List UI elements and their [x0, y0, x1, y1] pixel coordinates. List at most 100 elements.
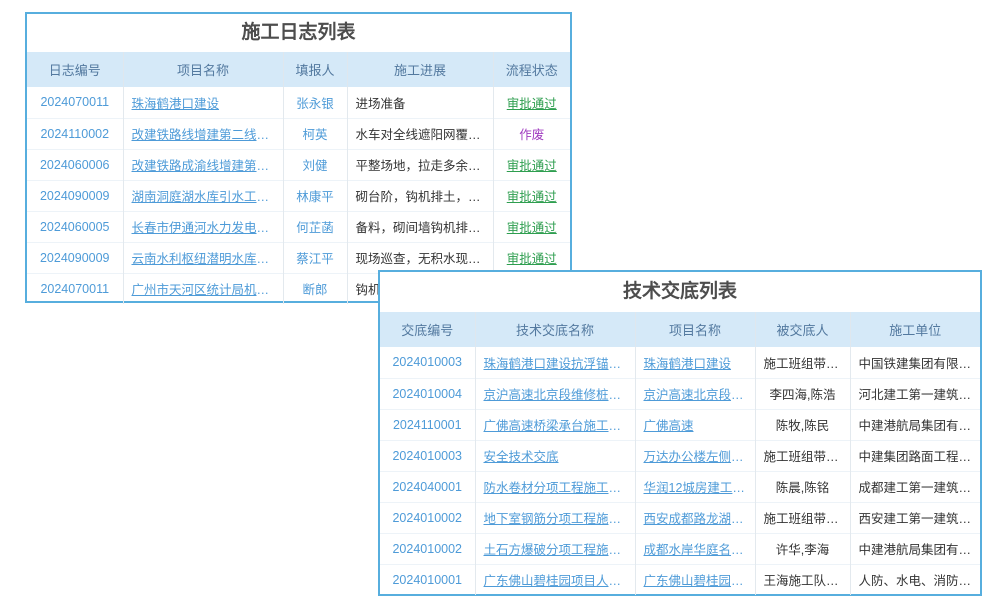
log-no-cell[interactable]: 2024070011	[27, 273, 123, 304]
log-no-cell[interactable]: 2024060006	[27, 149, 123, 180]
reporter-cell: 张永银	[283, 87, 347, 118]
status-link[interactable]: 审批通过	[493, 149, 570, 180]
progress-cell: 水车对全线遮阳网覆盖点进...	[347, 118, 493, 149]
col-header-disclosure-no: 交底编号	[380, 312, 475, 347]
project-name-link[interactable]: 成都水岸华庭名苑...	[635, 533, 755, 564]
disclosure-name-link[interactable]: 京沪高速北京段维修桩帽...	[475, 378, 635, 409]
table-row: 2024110001 广佛高速桥梁承台施工技... 广佛高速 陈牧,陈民 中建港…	[380, 409, 980, 440]
recipients-cell: 施工班组带班...	[755, 347, 850, 378]
table-row: 2024060006 改建铁路成渝线增建第二... 刘健 平整场地，拉走多余泥土…	[27, 149, 570, 180]
disclosure-no-cell[interactable]: 2024010002	[380, 533, 475, 564]
project-name-link[interactable]: 万达办公楼左侧A...	[635, 440, 755, 471]
project-name-link[interactable]: 京沪高速北京段维修	[635, 378, 755, 409]
construction-unit-cell: 西安建工第一建筑有...	[850, 502, 980, 533]
disclosure-name-link[interactable]: 安全技术交底	[475, 440, 635, 471]
table-row: 2024110002 改建铁路线增建第二线直... 柯英 水车对全线遮阳网覆盖点…	[27, 118, 570, 149]
recipients-cell: 王海施工队全队	[755, 564, 850, 595]
tech-disclosure-panel: 技术交底列表 交底编号 技术交底名称 项目名称 被交底人 施工单位 202401…	[378, 270, 982, 596]
project-name-link[interactable]: 珠海鹤港口建设	[123, 87, 283, 118]
table-row: 2024090009 湖南洞庭湖水库引水工程... 林康平 砌台阶，钩机排土，二…	[27, 180, 570, 211]
construction-unit-cell: 中建港航局集团有限...	[850, 409, 980, 440]
log-no-cell[interactable]: 2024060005	[27, 211, 123, 242]
disclosure-no-cell[interactable]: 2024010002	[380, 502, 475, 533]
project-name-link[interactable]: 改建铁路成渝线增建第二...	[123, 149, 283, 180]
log-no-cell[interactable]: 2024110002	[27, 118, 123, 149]
table-row: 2024070011 珠海鹤港口建设 张永银 进场准备 审批通过	[27, 87, 570, 118]
table-row: 2024010003 安全技术交底 万达办公楼左侧A... 施工班组带班... …	[380, 440, 980, 471]
table-row: 2024010002 地下室钢筋分项工程施工... 西安成都路龙湖上... 施工…	[380, 502, 980, 533]
status-link[interactable]: 审批通过	[493, 242, 570, 273]
construction-log-table: 日志编号 项目名称 填报人 施工进展 流程状态 2024070011 珠海鹤港口…	[27, 52, 570, 304]
status-link[interactable]: 审批通过	[493, 180, 570, 211]
col-header-project-name: 项目名称	[635, 312, 755, 347]
disclosure-name-link[interactable]: 地下室钢筋分项工程施工...	[475, 502, 635, 533]
project-name-link[interactable]: 广佛高速	[635, 409, 755, 440]
col-header-reporter: 填报人	[283, 52, 347, 87]
recipients-cell: 许华,李海	[755, 533, 850, 564]
construction-unit-cell: 中建港航局集团有限...	[850, 533, 980, 564]
table-row: 2024090009 云南水利枢纽潜明水库一... 蔡江平 现场巡查，无积水现象…	[27, 242, 570, 273]
construction-log-panel: 施工日志列表 日志编号 项目名称 填报人 施工进展 流程状态 202407001…	[25, 12, 572, 303]
tech-disclosure-header-row: 交底编号 技术交底名称 项目名称 被交底人 施工单位	[380, 312, 980, 347]
disclosure-name-link[interactable]: 广佛高速桥梁承台施工技...	[475, 409, 635, 440]
log-no-cell[interactable]: 2024090009	[27, 180, 123, 211]
construction-unit-cell: 河北建工第一建筑有...	[850, 378, 980, 409]
construction-log-title: 施工日志列表	[27, 14, 570, 52]
reporter-cell: 刘健	[283, 149, 347, 180]
project-name-link[interactable]: 改建铁路线增建第二线直...	[123, 118, 283, 149]
project-name-link[interactable]: 广州市天河区统计局机房...	[123, 273, 283, 304]
reporter-cell: 柯英	[283, 118, 347, 149]
construction-unit-cell: 中建集团路面工程有...	[850, 440, 980, 471]
disclosure-name-link[interactable]: 土石方爆破分项工程施工...	[475, 533, 635, 564]
status-link[interactable]: 审批通过	[493, 87, 570, 118]
status-badge: 作废	[493, 118, 570, 149]
project-name-link[interactable]: 湖南洞庭湖水库引水工程...	[123, 180, 283, 211]
disclosure-no-cell[interactable]: 2024010003	[380, 440, 475, 471]
disclosure-no-cell[interactable]: 2024010001	[380, 564, 475, 595]
recipients-cell: 施工班组带班...	[755, 440, 850, 471]
reporter-cell: 蔡江平	[283, 242, 347, 273]
project-name-link[interactable]: 西安成都路龙湖上...	[635, 502, 755, 533]
col-header-project-name: 项目名称	[123, 52, 283, 87]
recipients-cell: 陈牧,陈民	[755, 409, 850, 440]
col-header-status: 流程状态	[493, 52, 570, 87]
construction-unit-cell: 中国铁建集团有限公司	[850, 347, 980, 378]
disclosure-no-cell[interactable]: 2024040001	[380, 471, 475, 502]
project-name-link[interactable]: 长春市伊通河水力发电厂...	[123, 211, 283, 242]
reporter-cell: 断郎	[283, 273, 347, 304]
progress-cell: 备料，砌间墙钩机排土，瓦...	[347, 211, 493, 242]
progress-cell: 砌台阶，钩机排土，二包砌...	[347, 180, 493, 211]
disclosure-no-cell[interactable]: 2024010004	[380, 378, 475, 409]
table-row: 2024010003 珠海鹤港口建设抗浮锚杆... 珠海鹤港口建设 施工班组带班…	[380, 347, 980, 378]
project-name-link[interactable]: 华润12城房建工程...	[635, 471, 755, 502]
construction-log-header-row: 日志编号 项目名称 填报人 施工进展 流程状态	[27, 52, 570, 87]
table-row: 2024010001 广东佛山碧桂园项目人防... 广东佛山碧桂园项目 王海施工…	[380, 564, 980, 595]
project-name-link[interactable]: 珠海鹤港口建设	[635, 347, 755, 378]
col-header-recipients: 被交底人	[755, 312, 850, 347]
construction-unit-cell: 成都建工第一建筑有...	[850, 471, 980, 502]
table-row: 2024010002 土石方爆破分项工程施工... 成都水岸华庭名苑... 许华…	[380, 533, 980, 564]
disclosure-name-link[interactable]: 珠海鹤港口建设抗浮锚杆...	[475, 347, 635, 378]
reporter-cell: 林康平	[283, 180, 347, 211]
disclosure-name-link[interactable]: 广东佛山碧桂园项目人防...	[475, 564, 635, 595]
disclosure-no-cell[interactable]: 2024110001	[380, 409, 475, 440]
progress-cell: 进场准备	[347, 87, 493, 118]
table-row: 2024060005 长春市伊通河水力发电厂... 何芷菡 备料，砌间墙钩机排土…	[27, 211, 570, 242]
project-name-link[interactable]: 广东佛山碧桂园项目	[635, 564, 755, 595]
recipients-cell: 李四海,陈浩	[755, 378, 850, 409]
col-header-construction-unit: 施工单位	[850, 312, 980, 347]
project-name-link[interactable]: 云南水利枢纽潜明水库一...	[123, 242, 283, 273]
col-header-progress: 施工进展	[347, 52, 493, 87]
log-no-cell[interactable]: 2024070011	[27, 87, 123, 118]
disclosure-name-link[interactable]: 防水卷材分项工程施工技...	[475, 471, 635, 502]
tech-disclosure-table: 交底编号 技术交底名称 项目名称 被交底人 施工单位 2024010003 珠海…	[380, 312, 980, 595]
recipients-cell: 陈晨,陈铭	[755, 471, 850, 502]
disclosure-no-cell[interactable]: 2024010003	[380, 347, 475, 378]
log-no-cell[interactable]: 2024090009	[27, 242, 123, 273]
recipients-cell: 施工班组带班...	[755, 502, 850, 533]
col-header-log-no: 日志编号	[27, 52, 123, 87]
progress-cell: 现场巡查，无积水现象，水...	[347, 242, 493, 273]
col-header-disclosure-name: 技术交底名称	[475, 312, 635, 347]
table-row: 2024010004 京沪高速北京段维修桩帽... 京沪高速北京段维修 李四海,…	[380, 378, 980, 409]
status-link[interactable]: 审批通过	[493, 211, 570, 242]
